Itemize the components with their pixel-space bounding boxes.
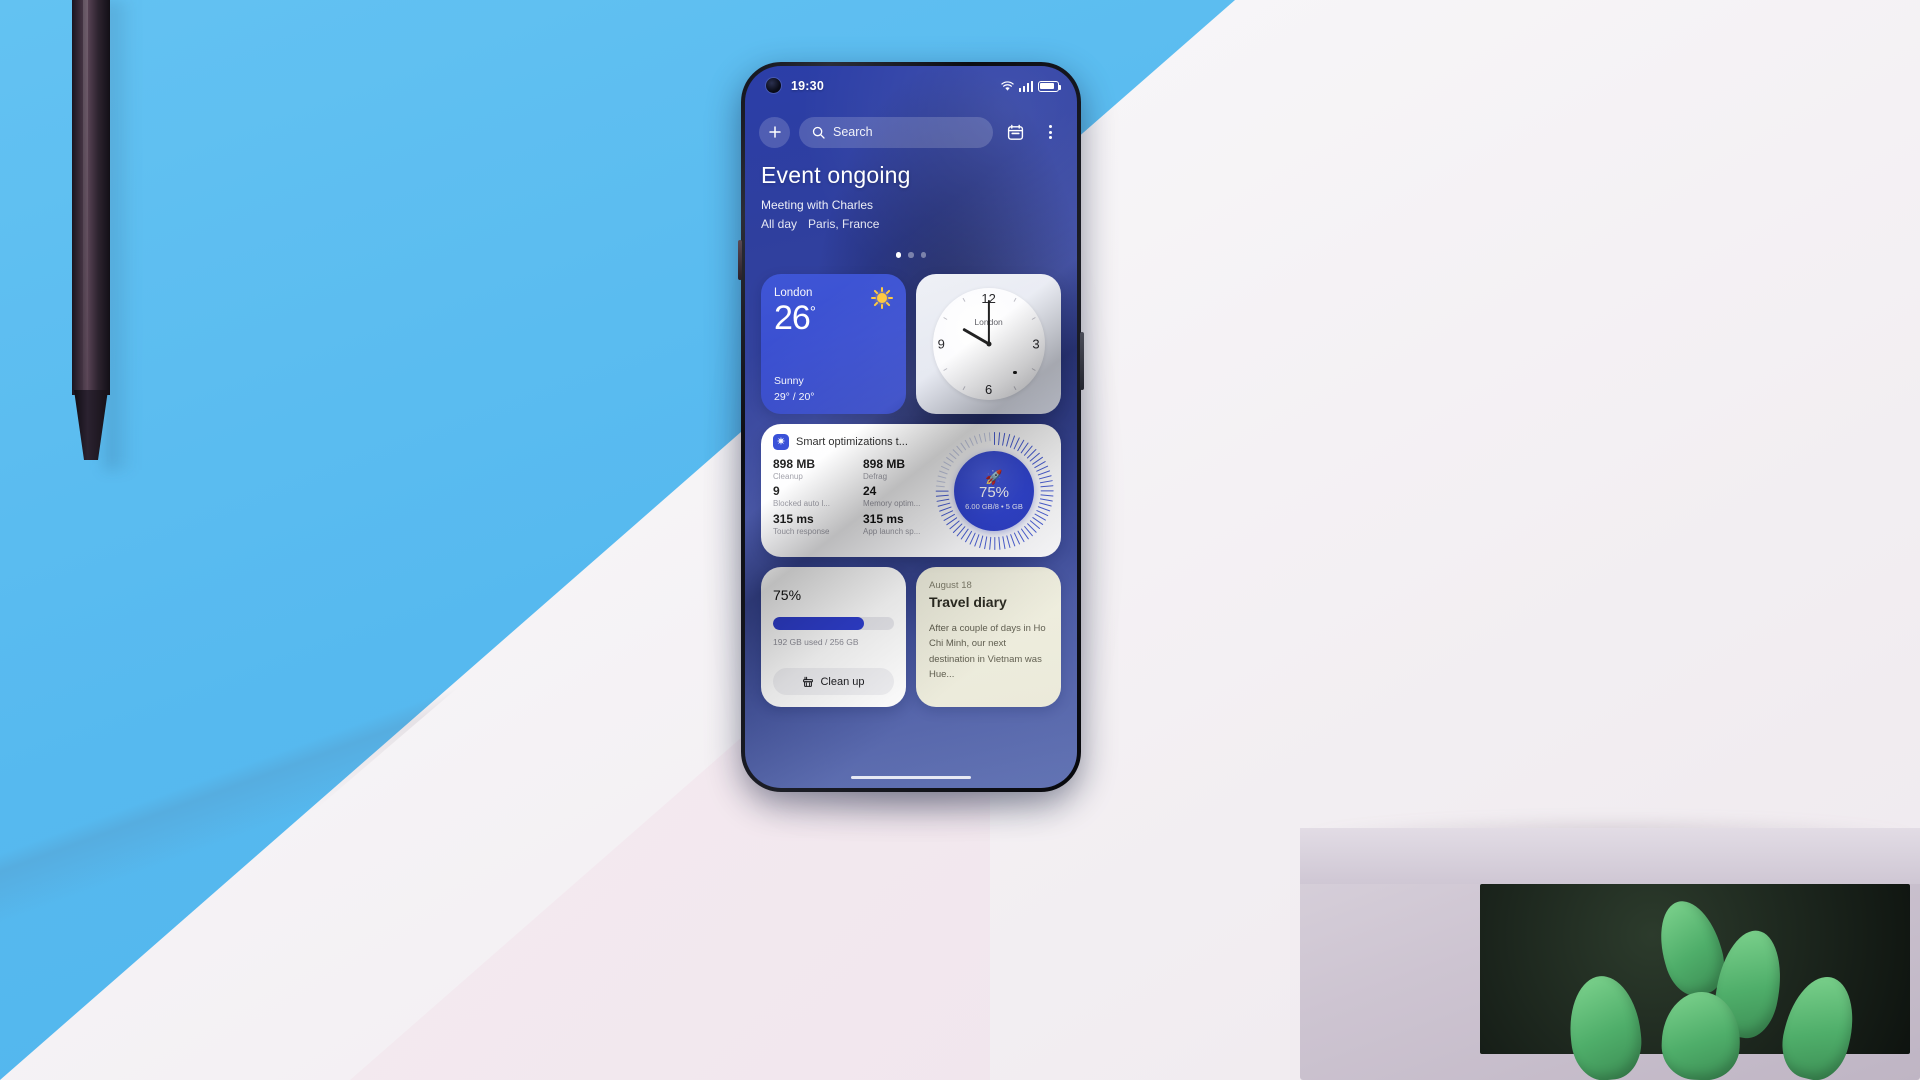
- status-time: 19:30: [791, 79, 824, 93]
- weather-high-low: 29° / 20°: [774, 391, 815, 403]
- event-meta: All day Paris, France: [761, 217, 1061, 231]
- weather-condition: Sunny: [774, 375, 804, 387]
- more-vertical-icon: [1048, 124, 1052, 140]
- event-duration: All day: [761, 216, 798, 231]
- stat-item: 24 Memory optim...: [863, 484, 941, 509]
- gauge-tick-ring: [935, 431, 1054, 550]
- stat-label: Blocked auto l...: [773, 499, 830, 509]
- storage-percent-value: 75: [773, 587, 789, 603]
- optimization-gauge[interactable]: 🚀 75% 6.00 GB/8 • 5 GB: [935, 431, 1054, 550]
- clock-center-cap: [986, 341, 992, 347]
- stat-value: 24: [863, 484, 877, 499]
- weather-temp-value: 26: [774, 299, 811, 337]
- stat-label: Touch response: [773, 526, 830, 536]
- page-dot-1[interactable]: [895, 252, 902, 258]
- search-placeholder: Search: [833, 125, 873, 139]
- stat-label: Memory optim...: [863, 499, 921, 509]
- gauge-detail: 6.00 GB/8 • 5 GB: [965, 502, 1023, 512]
- weather-widget[interactable]: London 26° Sunny 29° / 20°: [761, 274, 907, 414]
- sun-icon: [871, 287, 894, 309]
- storage-widget[interactable]: 75% 192 GB used / 256 GB Clean up: [761, 567, 906, 707]
- note-title: Travel diary: [928, 594, 1007, 610]
- stylus-body: [72, 0, 110, 395]
- status-icons: [1001, 80, 1062, 92]
- broom-icon: [803, 676, 814, 687]
- stat-label: Defrag: [863, 471, 888, 481]
- stylus-pen: [72, 0, 110, 460]
- clean-up-label: Clean up: [820, 675, 865, 688]
- note-widget[interactable]: August 18 Travel diary After a couple of…: [915, 567, 1061, 707]
- calendar-icon: [1007, 124, 1023, 140]
- widget-row-3: 75% 192 GB used / 256 GB Clean up August…: [761, 567, 1061, 707]
- smartphone: 19:30 Search Event ongoing Meeting with …: [719, 62, 1109, 810]
- widget-row-1: London 26° Sunny 29° / 20° 12 3 6 9: [761, 274, 1061, 414]
- event-title: Event ongoing: [761, 162, 911, 188]
- power-button[interactable]: [1080, 332, 1084, 390]
- stat-label: Cleanup: [773, 471, 803, 481]
- event-subtitle: Meeting with Charles: [761, 197, 874, 212]
- storage-progress-fill: [773, 617, 864, 630]
- phone-screen: 19:30 Search Event ongoing Meeting with …: [745, 66, 1077, 788]
- event-location: Paris, France: [808, 216, 880, 231]
- optimization-widget[interactable]: Smart optimizations t... 898 MB Cleanup …: [761, 424, 1061, 557]
- stat-value: 315 ms: [863, 511, 904, 526]
- phone-frame: 19:30 Search Event ongoing Meeting with …: [738, 62, 1084, 792]
- note-body: After a couple of days in Ho Chi Minh, o…: [928, 623, 1046, 681]
- status-bar: 19:30: [745, 66, 1077, 106]
- storage-percent-symbol: %: [788, 587, 802, 603]
- clock-numeral-3: 3: [1032, 336, 1040, 352]
- stat-label: App launch sp...: [863, 526, 921, 536]
- event-section[interactable]: Event ongoing Meeting with Charles All d…: [761, 162, 1061, 231]
- clock-widget[interactable]: 12 3 6 9 London: [916, 274, 1061, 414]
- page-dot-2[interactable]: [908, 252, 914, 258]
- stat-value: 315 ms: [773, 511, 814, 526]
- battery-icon: [1038, 80, 1062, 92]
- weather-degree: °: [809, 303, 816, 321]
- front-camera: [766, 78, 781, 93]
- cellular-signal-icon: [1018, 80, 1033, 92]
- optimization-title: Smart optimizations t...: [796, 436, 908, 448]
- clock-minute-hand: [987, 300, 990, 344]
- stat-value: 898 MB: [863, 457, 906, 471]
- widget-grid: London 26° Sunny 29° / 20° 12 3 6 9 ✷ Sm…: [761, 274, 1061, 717]
- concrete-planter: [1270, 780, 1920, 1080]
- search-icon: [812, 126, 825, 139]
- clock-numeral-6: 6: [984, 382, 993, 397]
- top-action-bar: Search: [745, 114, 1077, 150]
- page-dot-3[interactable]: [920, 252, 927, 258]
- overflow-menu-button[interactable]: [1037, 119, 1063, 145]
- volume-button[interactable]: [738, 240, 742, 280]
- storage-progress-bar: [773, 617, 894, 630]
- calendar-button[interactable]: [1002, 119, 1028, 145]
- stat-value: 9: [773, 484, 780, 499]
- sun-core: [877, 293, 888, 303]
- optimization-stats: 898 MB Cleanup 898 MB Defrag 9 Blocked a…: [773, 457, 941, 536]
- stat-item: 315 ms App launch sp...: [863, 511, 941, 536]
- search-input[interactable]: Search: [799, 116, 993, 148]
- storage-percent: 75%: [773, 580, 894, 605]
- stylus-tip: [74, 390, 108, 460]
- add-button[interactable]: [759, 116, 790, 148]
- clock-face: 12 3 6 9 London: [932, 288, 1045, 400]
- widget-row-2: Smart optimizations t... 898 MB Cleanup …: [761, 424, 1061, 557]
- clock-second-marker: [1013, 370, 1017, 374]
- storage-detail: 192 GB used / 256 GB: [773, 637, 859, 647]
- wifi-icon: [1001, 80, 1014, 91]
- plus-icon: [768, 126, 781, 138]
- stat-item: 315 ms Touch response: [773, 511, 851, 536]
- page-indicator[interactable]: [745, 252, 1077, 258]
- home-indicator[interactable]: [851, 775, 971, 779]
- clock-numeral-9: 9: [937, 336, 945, 352]
- stat-item: 898 MB Defrag: [863, 457, 941, 481]
- note-date: August 18: [928, 580, 972, 591]
- stylus-highlight: [83, 0, 88, 390]
- stat-item: 9 Blocked auto l...: [773, 484, 851, 509]
- stat-item: 898 MB Cleanup: [773, 457, 851, 481]
- stat-value: 898 MB: [773, 457, 816, 471]
- planter-top-face: [1300, 828, 1920, 884]
- clean-up-button[interactable]: Clean up: [773, 668, 894, 695]
- optimizer-icon: [773, 434, 789, 450]
